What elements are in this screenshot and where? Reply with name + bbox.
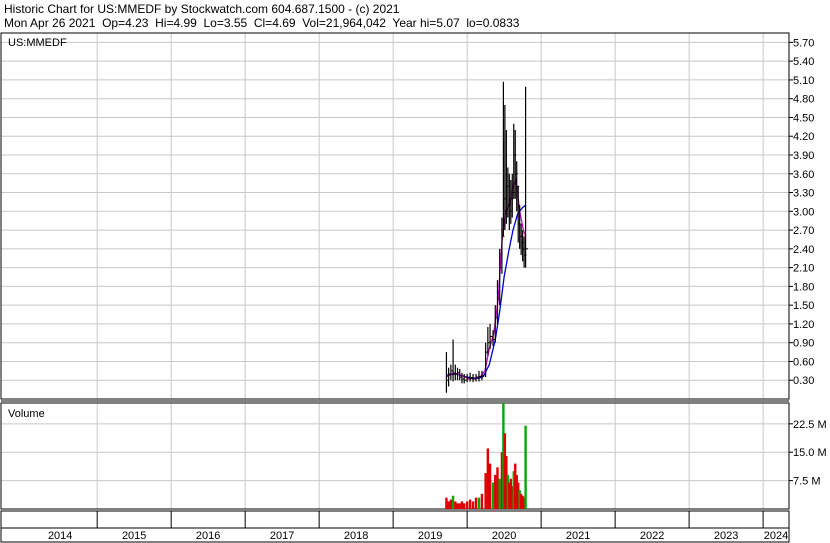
volume-bar [480,493,484,509]
volume-bar [494,474,497,509]
price-tick-label: 3.30 [793,188,814,200]
year-label: 2019 [418,530,442,542]
price-tick-label: 1.80 [793,281,814,293]
stock-chart: 5.70 5.40 5.10 4.80 4.50 4.20 3.90 3.60 3.30 3.00… [0,32,827,543]
volume-bars [445,403,527,509]
year-label: 2015 [122,530,146,542]
volume-label: Volume [8,408,45,420]
year-label: 2014 [48,530,72,542]
price-bars [445,81,529,393]
year-label: 2018 [344,530,368,542]
price-tick-label: 3.90 [793,150,814,162]
price-panel-border [0,32,790,400]
volume-tick-label: 15.0 M [793,447,827,459]
price-tick-label: 5.40 [793,56,814,68]
grid [1,33,789,509]
price-tick-label: 5.70 [793,37,814,49]
volume-bar [465,501,469,509]
price-tick-label: 3.60 [793,169,814,181]
volume-bar [468,499,472,509]
axis-labels: 5.70 5.40 5.10 4.80 4.50 4.20 3.90 3.60 3.30 3.00… [8,37,827,542]
volume-bar [445,497,448,509]
volume-bar [454,501,457,509]
volume-bar [524,425,527,509]
price-tick-label: 3.00 [793,206,814,218]
volume-bar [471,501,475,509]
volume-bar [474,497,478,509]
volume-panel-border [0,402,790,510]
volume-tick-label: 22.5 M [793,419,827,431]
price-tick-label: 4.50 [793,112,814,124]
year-label: 2016 [196,530,220,542]
volume-bar [456,503,459,509]
volume-bar [498,478,501,509]
volume-bar [486,448,490,509]
symbol-label: US:MMEDF [8,37,67,49]
price-tick-label: 4.80 [793,94,814,106]
volume-bar [477,497,481,509]
price-tick-label: 0.60 [793,356,814,368]
year-label: 2020 [492,530,516,542]
volume-tick-label: 7.5 M [793,476,821,488]
price-tick-label: 2.40 [793,244,814,256]
price-tick-label: 4.20 [793,131,814,143]
year-label: 2024 [764,530,788,542]
volume-bar [488,463,492,509]
price-tick-label: 1.20 [793,319,814,331]
volume-bar [484,473,487,509]
year-label: 2021 [566,530,590,542]
volume-bar [460,501,464,509]
price-tick-label: 0.90 [793,338,814,350]
volume-bar [447,501,450,509]
volume-bar [462,503,466,509]
volume-bar [491,482,495,509]
volume-bar [458,503,461,509]
year-label: 2023 [714,530,738,542]
year-label: 2022 [640,530,664,542]
price-tick-label: 5.10 [793,75,814,87]
volume-bar [451,495,455,509]
chart-frame [0,32,790,543]
price-tick-label: 0.30 [793,375,814,387]
price-tick-label: 2.10 [793,263,814,275]
price-tick-label: 1.50 [793,300,814,312]
price-tick-label: 2.70 [793,225,814,237]
year-axis-border [0,510,790,543]
volume-bar [496,467,499,509]
volume-bar [449,499,453,509]
year-label: 2017 [270,530,294,542]
